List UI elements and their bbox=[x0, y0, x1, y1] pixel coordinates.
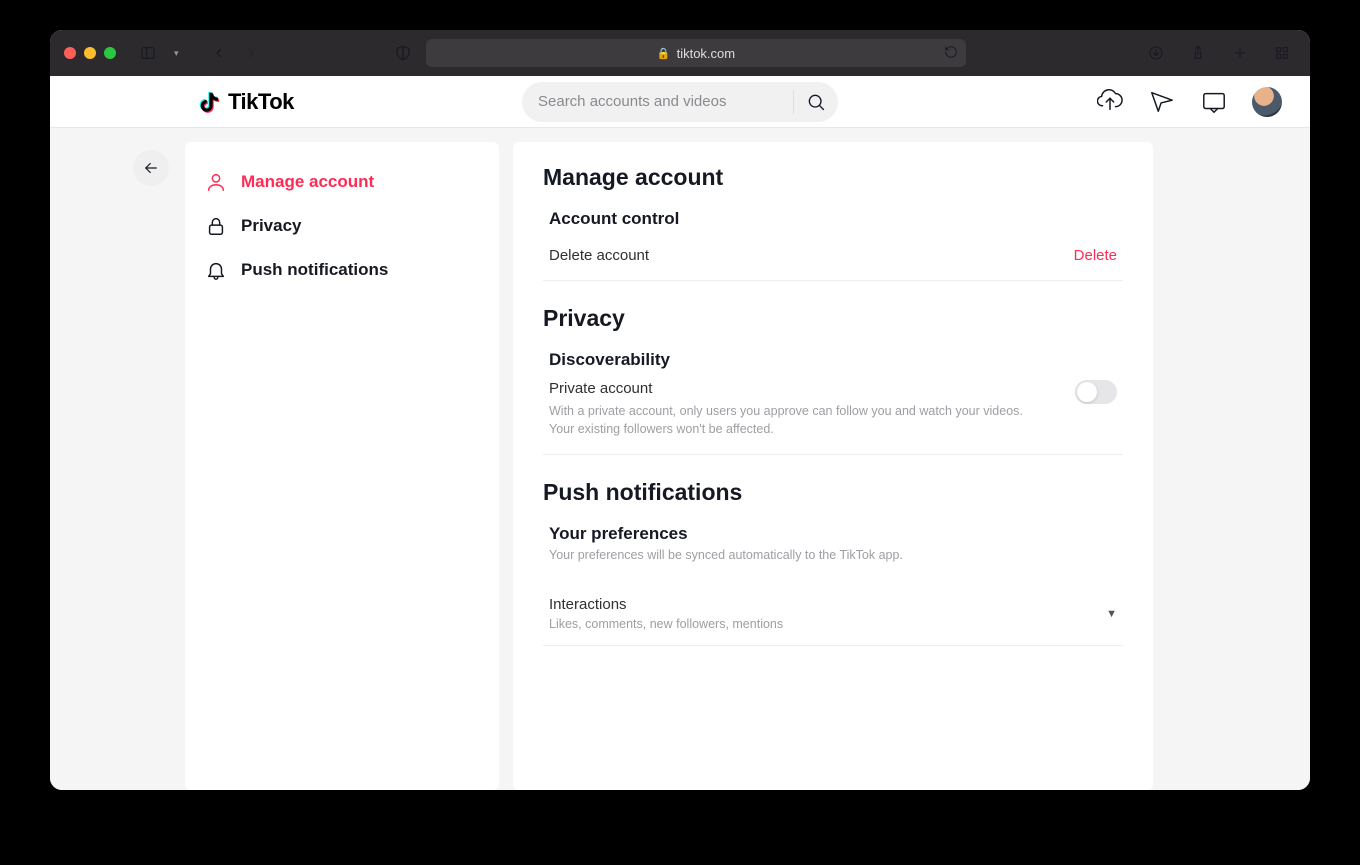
tiktok-header: TikTok bbox=[50, 76, 1310, 128]
sidebar-item-manage-account[interactable]: Manage account bbox=[205, 160, 479, 204]
private-account-toggle[interactable] bbox=[1075, 380, 1117, 404]
browser-window: ▾ 🔒 tiktok.com bbox=[50, 30, 1310, 790]
discoverability-label: Discoverability bbox=[549, 350, 1123, 370]
interactions-desc: Likes, comments, new followers, mentions bbox=[549, 617, 783, 631]
lock-icon bbox=[205, 215, 227, 237]
minimize-window-button[interactable] bbox=[84, 47, 96, 59]
downloads-button[interactable] bbox=[1142, 39, 1170, 67]
search-button[interactable] bbox=[804, 92, 828, 112]
settings-main: Manage account Account control Delete ac… bbox=[513, 142, 1153, 790]
private-account-label: Private account bbox=[549, 380, 1049, 397]
preferences-label: Your preferences bbox=[549, 524, 1117, 544]
private-account-desc: With a private account, only users you a… bbox=[549, 403, 1049, 438]
section-title-privacy: Privacy bbox=[543, 305, 1123, 332]
header-actions bbox=[1096, 87, 1282, 117]
back-button[interactable] bbox=[133, 150, 169, 186]
messages-button[interactable] bbox=[1148, 88, 1176, 116]
person-icon bbox=[205, 171, 227, 193]
privacy-shield-icon[interactable] bbox=[394, 44, 412, 62]
search-bar[interactable] bbox=[522, 82, 838, 122]
share-button[interactable] bbox=[1184, 39, 1212, 67]
tiktok-note-icon bbox=[198, 89, 224, 115]
upload-button[interactable] bbox=[1096, 88, 1124, 116]
sidebar-item-label: Manage account bbox=[241, 172, 374, 192]
search-separator bbox=[793, 90, 794, 114]
url-host: tiktok.com bbox=[677, 46, 736, 61]
interactions-label: Interactions bbox=[549, 596, 783, 613]
settings-sidebar: Manage account Privacy Push notification… bbox=[185, 142, 499, 790]
browser-titlebar: ▾ 🔒 tiktok.com bbox=[50, 30, 1310, 76]
nav-back-button[interactable] bbox=[205, 39, 233, 67]
window-controls bbox=[64, 47, 116, 59]
tiktok-logo[interactable]: TikTok bbox=[198, 89, 294, 115]
interactions-row[interactable]: Interactions Likes, comments, new follow… bbox=[543, 586, 1123, 646]
account-control-label: Account control bbox=[549, 209, 1123, 229]
settings-body: Manage account Privacy Push notification… bbox=[50, 128, 1310, 790]
close-window-button[interactable] bbox=[64, 47, 76, 59]
address-bar[interactable]: 🔒 tiktok.com bbox=[426, 39, 966, 67]
delete-account-row: Delete account Delete bbox=[543, 239, 1123, 281]
chevron-down-icon[interactable]: ▾ bbox=[174, 48, 179, 59]
tiktok-brand-text: TikTok bbox=[228, 89, 294, 115]
inbox-button[interactable] bbox=[1200, 88, 1228, 116]
tabs-overview-button[interactable] bbox=[1268, 39, 1296, 67]
preferences-desc: Your preferences will be synced automati… bbox=[549, 548, 1117, 562]
delete-account-button[interactable]: Delete bbox=[1074, 247, 1117, 264]
profile-avatar[interactable] bbox=[1252, 87, 1282, 117]
search-input[interactable] bbox=[538, 93, 787, 110]
new-tab-button[interactable] bbox=[1226, 39, 1254, 67]
lock-icon: 🔒 bbox=[657, 47, 671, 60]
bell-icon bbox=[205, 259, 227, 281]
nav-forward-button[interactable] bbox=[237, 39, 265, 67]
page-content: TikTok bbox=[50, 76, 1310, 790]
sidebar-item-push-notifications[interactable]: Push notifications bbox=[205, 248, 479, 292]
caret-down-icon: ▼ bbox=[1106, 608, 1117, 620]
sidebar-item-label: Privacy bbox=[241, 216, 302, 236]
sidebar-item-label: Push notifications bbox=[241, 260, 388, 280]
private-account-block: Private account With a private account, … bbox=[543, 380, 1123, 455]
section-title-push: Push notifications bbox=[543, 479, 1123, 506]
sidebar-toggle-button[interactable] bbox=[134, 39, 162, 67]
reload-button[interactable] bbox=[944, 45, 958, 62]
maximize-window-button[interactable] bbox=[104, 47, 116, 59]
preferences-block: Your preferences Your preferences will b… bbox=[543, 524, 1123, 576]
sidebar-item-privacy[interactable]: Privacy bbox=[205, 204, 479, 248]
delete-account-label: Delete account bbox=[549, 247, 649, 264]
section-title-manage-account: Manage account bbox=[543, 164, 1123, 191]
